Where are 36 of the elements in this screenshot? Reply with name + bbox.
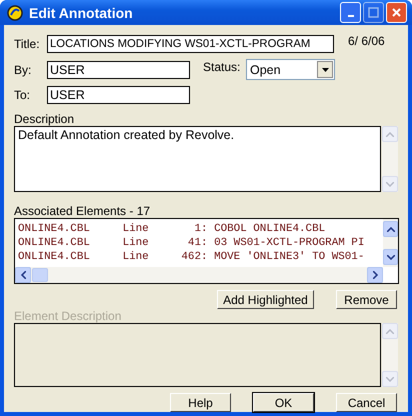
maximize-icon bbox=[368, 7, 379, 18]
maximize-button[interactable] bbox=[363, 2, 384, 23]
dialog-button[interactable]: Help bbox=[170, 393, 231, 412]
scroll-bar[interactable] bbox=[382, 323, 398, 387]
section-label: Element Description bbox=[14, 309, 122, 323]
dialog-button[interactable]: Cancel bbox=[336, 393, 397, 412]
field-label: Status: bbox=[203, 60, 242, 74]
title-field[interactable]: LOCATIONS MODIFYING WS01-XCTL-PROGRAM bbox=[47, 35, 334, 53]
status-dropdown[interactable]: Open bbox=[246, 59, 335, 80]
minimize-button[interactable] bbox=[340, 2, 361, 23]
list-row[interactable]: ONLINE4.CBL Line 41: 03 WS01-XCTL-PROGRAM PI bbox=[18, 236, 383, 250]
by-field[interactable]: USER bbox=[47, 60, 190, 78]
list-row[interactable]: ONLINE4.CBL Line 462: MOVE 'ONLINE3' TO WS01- bbox=[18, 250, 383, 264]
dialog-button[interactable]: Add Highlighted bbox=[217, 290, 314, 309]
dialog-button[interactable]: Remove bbox=[336, 290, 397, 309]
minimize-icon bbox=[348, 15, 354, 17]
caret-icon bbox=[322, 68, 328, 72]
field-label: Title: bbox=[14, 37, 41, 51]
scroll-bar[interactable] bbox=[382, 126, 398, 192]
close-icon bbox=[391, 7, 402, 18]
dialog-button[interactable]: OK bbox=[253, 393, 314, 412]
field-label: By: bbox=[14, 62, 32, 76]
scroll-bar[interactable] bbox=[383, 219, 398, 267]
scroll-bar[interactable] bbox=[15, 267, 383, 283]
section-label: Description bbox=[14, 112, 76, 126]
scroll-thumb[interactable] bbox=[32, 268, 48, 282]
section-label: Associated Elements - 17 bbox=[14, 204, 152, 218]
elements-list[interactable]: ONLINE4.CBL Line 1: COBOL ONLINE4.CBL ONLINE4.CBL Line 41: 03 WS01-XCTL-PROGRAM PI ONLINE4.CBL Line 462: MOVE 'ONLINE3' TO WS01- bbox=[14, 218, 399, 284]
app-icon bbox=[6, 4, 24, 22]
list-row[interactable]: ONLINE4.CBL Line 1: COBOL ONLINE4.CBL bbox=[18, 222, 383, 236]
window-title: Edit Annotation bbox=[29, 4, 134, 20]
field-label: To: bbox=[14, 88, 32, 102]
description-field[interactable]: Default Annotation created by Revolve. bbox=[14, 126, 381, 192]
to-field[interactable]: USER bbox=[47, 86, 190, 104]
date-text: 6/ 6/06 bbox=[348, 34, 385, 48]
close-button[interactable] bbox=[386, 2, 407, 23]
